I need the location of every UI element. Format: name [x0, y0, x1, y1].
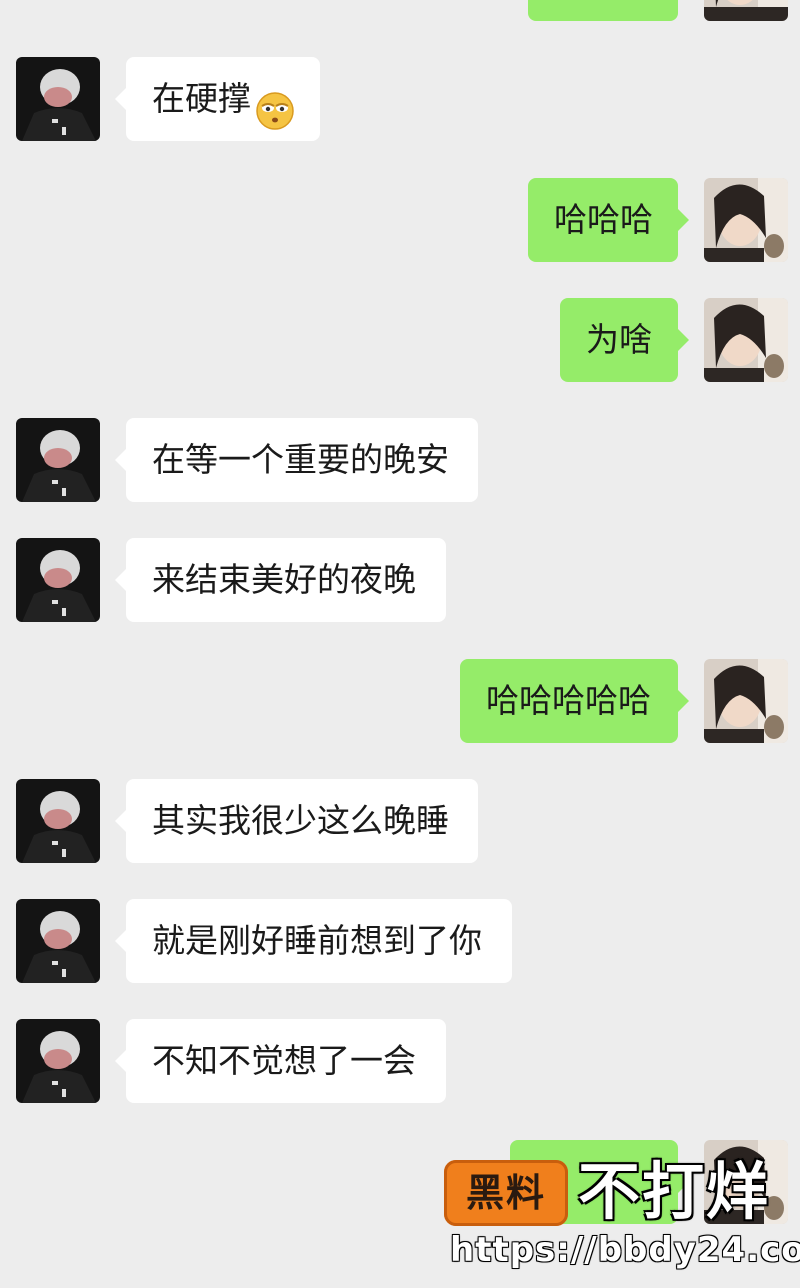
- message-row-outgoing: [0, 0, 800, 21]
- message-bubble-incoming[interactable]: 就是刚好睡前想到了你: [115, 899, 512, 983]
- contact-avatar-self[interactable]: [704, 298, 788, 382]
- watermark-logo: 黑料: [444, 1160, 568, 1226]
- message-row-incoming: 不知不觉想了一会: [0, 1019, 800, 1103]
- message-bubble-outgoing[interactable]: 哈哈哈哈哈: [460, 659, 689, 743]
- contact-avatar-self[interactable]: [704, 659, 788, 743]
- message-row-incoming: 在硬撑: [0, 57, 800, 141]
- message-row-incoming: 其实我很少这么晚睡: [0, 779, 800, 863]
- chat-message-list[interactable]: 在硬撑 哈哈哈 为啥 在等一个重要的晚安 来结束美好的夜晚 哈哈哈哈哈 其实我很…: [0, 0, 800, 1288]
- message-bubble-incoming[interactable]: 来结束美好的夜晚: [115, 538, 446, 622]
- contact-avatar-other[interactable]: [16, 538, 100, 622]
- message-row-incoming: 在等一个重要的晚安: [0, 418, 800, 502]
- message-bubble-incoming[interactable]: 其实我很少这么晚睡: [115, 779, 478, 863]
- watermark-url: https://bbdy24.com: [450, 1230, 800, 1270]
- message-row-outgoing: 哈哈哈: [0, 178, 800, 262]
- message-row-outgoing: 为啥: [0, 298, 800, 382]
- contact-avatar-other[interactable]: [16, 899, 100, 983]
- message-row-outgoing: 哈哈哈哈哈: [0, 659, 800, 743]
- message-bubble-incoming[interactable]: 在硬撑: [115, 57, 320, 141]
- message-bubble-incoming[interactable]: 不知不觉想了一会: [115, 1019, 446, 1103]
- message-bubble-outgoing[interactable]: [528, 0, 678, 21]
- contact-avatar-other[interactable]: [16, 1019, 100, 1103]
- contact-avatar-other[interactable]: [16, 779, 100, 863]
- contact-avatar-other[interactable]: [16, 418, 100, 502]
- message-row-incoming: 就是刚好睡前想到了你: [0, 899, 800, 983]
- watermark-name: 不打烊: [578, 1155, 771, 1228]
- message-bubble-outgoing[interactable]: 为啥: [560, 298, 689, 382]
- sleepy-eyes-emoji: [255, 78, 295, 130]
- contact-avatar-self[interactable]: [704, 0, 788, 21]
- contact-avatar-self[interactable]: [704, 178, 788, 262]
- message-row-incoming: 来结束美好的夜晚: [0, 538, 800, 622]
- watermark-overlay: 黑料 不打烊 https://bbdy24.com: [444, 1155, 800, 1288]
- contact-avatar-other[interactable]: [16, 57, 100, 141]
- message-bubble-outgoing[interactable]: 哈哈哈: [528, 178, 689, 262]
- message-text: 在硬撑: [152, 79, 251, 118]
- message-bubble-incoming[interactable]: 在等一个重要的晚安: [115, 418, 478, 502]
